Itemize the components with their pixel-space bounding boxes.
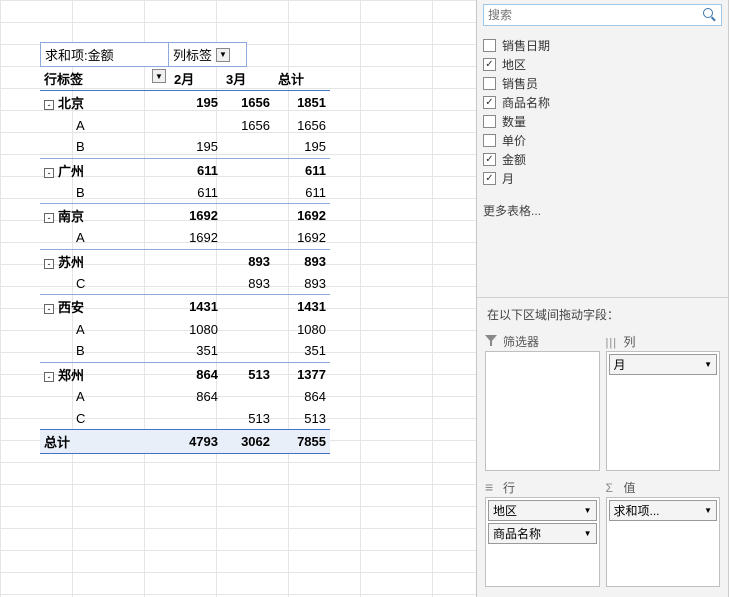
data-row[interactable]: B611611 [40, 182, 330, 204]
data-row[interactable]: A16561656 [40, 114, 330, 136]
drag-hint: 在以下区域间拖动字段： [477, 297, 728, 331]
checkbox[interactable] [483, 77, 496, 90]
values-area: 值 求和项...▼ [606, 477, 721, 587]
checkbox[interactable] [483, 172, 496, 185]
data-row[interactable]: A16921692 [40, 227, 330, 249]
search-input[interactable] [488, 8, 703, 22]
sigma-icon [606, 481, 618, 493]
rows-area: 行 地区▼商品名称▼ [485, 477, 600, 587]
columns-list[interactable]: 月▼ [606, 351, 721, 471]
data-row[interactable]: B195195 [40, 136, 330, 158]
col-1[interactable]: 3月 [222, 67, 274, 91]
field-label: 商品名称 [502, 94, 550, 111]
collapse-icon[interactable]: - [44, 259, 54, 269]
checkbox[interactable] [483, 153, 496, 166]
checkbox[interactable] [483, 115, 496, 128]
group-row[interactable]: -西安14311431 [40, 295, 330, 319]
value-field-cell[interactable]: 求和项:金额 [40, 42, 169, 67]
area-item[interactable]: 月▼ [609, 354, 718, 375]
filter-icon [485, 335, 497, 347]
field-label: 销售员 [502, 75, 538, 92]
spreadsheet-area[interactable]: 求和项:金额 列标签▼ 行标签 ▼ 2月 3月 总计 -北京1951656185… [0, 0, 476, 597]
columns-area: 列 月▼ [606, 331, 721, 471]
data-row[interactable]: C893893 [40, 273, 330, 295]
column-labels-cell[interactable]: 列标签▼ [169, 42, 247, 67]
group-row[interactable]: -北京19516561851 [40, 91, 330, 115]
row-dropdown-icon[interactable]: ▼ [152, 69, 166, 83]
data-row[interactable]: A864864 [40, 386, 330, 408]
field-item[interactable]: 数量 [483, 112, 722, 131]
col-total[interactable]: 总计 [274, 67, 330, 91]
rows-icon [485, 481, 497, 493]
field-label: 月 [502, 170, 514, 187]
field-item[interactable]: 销售日期 [483, 36, 722, 55]
grand-total-row[interactable]: 总计 4793 3062 7855 [40, 430, 330, 454]
checkbox[interactable] [483, 58, 496, 71]
field-item[interactable]: 商品名称 [483, 93, 722, 112]
area-item[interactable]: 地区▼ [488, 500, 597, 521]
checkbox[interactable] [483, 134, 496, 147]
field-item[interactable]: 销售员 [483, 74, 722, 93]
group-row[interactable]: -南京16921692 [40, 204, 330, 228]
search-icon[interactable] [703, 8, 717, 22]
field-label: 金额 [502, 151, 526, 168]
field-list-panel: 销售日期地区销售员商品名称数量单价金额月 更多表格... 在以下区域间拖动字段：… [476, 0, 728, 597]
field-label: 单价 [502, 132, 526, 149]
area-item[interactable]: 求和项...▼ [609, 500, 718, 521]
field-label: 数量 [502, 113, 526, 130]
field-item[interactable]: 金额 [483, 150, 722, 169]
values-list[interactable]: 求和项...▼ [606, 497, 721, 587]
columns-icon [606, 335, 618, 347]
data-row[interactable]: A10801080 [40, 318, 330, 340]
search-box[interactable] [483, 4, 722, 26]
filter-area: 筛选器 [485, 331, 600, 471]
dropdown-icon[interactable]: ▼ [584, 529, 592, 538]
collapse-icon[interactable]: - [44, 168, 54, 178]
column-header-row: 行标签 ▼ 2月 3月 总计 [40, 67, 330, 91]
collapse-icon[interactable]: - [44, 372, 54, 382]
checkbox[interactable] [483, 39, 496, 52]
collapse-icon[interactable]: - [44, 304, 54, 314]
area-item[interactable]: 商品名称▼ [488, 523, 597, 544]
more-tables-link[interactable]: 更多表格... [477, 192, 728, 229]
field-list: 销售日期地区销售员商品名称数量单价金额月 [477, 32, 728, 192]
dropdown-icon[interactable]: ▼ [704, 506, 712, 515]
filter-list[interactable] [485, 351, 600, 471]
group-row[interactable]: -郑州8645131377 [40, 362, 330, 386]
field-item[interactable]: 地区 [483, 55, 722, 74]
dropdown-icon[interactable]: ▼ [584, 506, 592, 515]
group-row[interactable]: -广州611611 [40, 158, 330, 182]
field-item[interactable]: 月 [483, 169, 722, 188]
data-row[interactable]: C513513 [40, 408, 330, 430]
col-0[interactable]: 2月 [170, 67, 222, 91]
pivot-table: 求和项:金额 列标签▼ 行标签 ▼ 2月 3月 总计 -北京1951656185… [40, 42, 330, 454]
rows-list[interactable]: 地区▼商品名称▼ [485, 497, 600, 587]
field-label: 地区 [502, 56, 526, 73]
field-item[interactable]: 单价 [483, 131, 722, 150]
group-row[interactable]: -苏州893893 [40, 249, 330, 273]
collapse-icon[interactable]: - [44, 100, 54, 110]
area-grid: 筛选器 列 月▼ 行 地区▼商品名称▼ 值 求和项...▼ [477, 331, 728, 597]
checkbox[interactable] [483, 96, 496, 109]
field-label: 销售日期 [502, 37, 550, 54]
pivot-body: 行标签 ▼ 2月 3月 总计 -北京19516561851A16561656B1… [40, 67, 330, 454]
column-dropdown-icon[interactable]: ▼ [216, 48, 230, 62]
data-row[interactable]: B351351 [40, 340, 330, 362]
dropdown-icon[interactable]: ▼ [704, 360, 712, 369]
row-labels-cell[interactable]: 行标签 ▼ [40, 67, 170, 91]
collapse-icon[interactable]: - [44, 213, 54, 223]
